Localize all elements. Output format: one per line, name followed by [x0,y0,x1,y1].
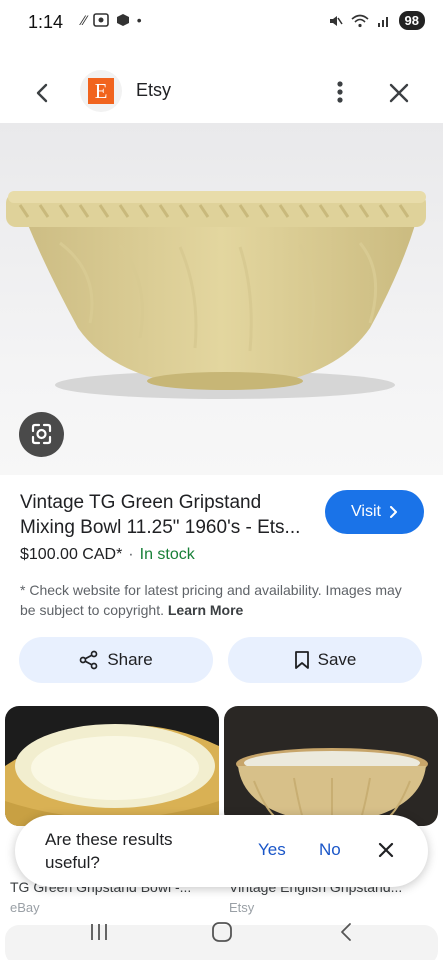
recents-icon[interactable] [88,922,110,942]
price-separator: · [128,546,134,563]
feedback-prompt: Are these results useful? Yes No [15,815,428,887]
product-title[interactable]: Vintage TG Green Gripstand Mixing Bowl 1… [20,490,310,540]
feedback-yes-button[interactable]: Yes [258,840,286,860]
home-icon[interactable] [211,921,233,943]
mixing-bowl-illustration [0,123,443,475]
share-icon [79,650,98,670]
status-bar: 1:14 ⁄⁄ • 98 [0,0,443,46]
related-result-image[interactable] [224,706,438,826]
bookmark-icon [294,651,309,669]
site-logo[interactable]: E [80,70,122,112]
battery-level: 98 [398,11,425,30]
feedback-question: Are these results useful? [45,830,173,872]
status-icons-right: 98 [329,11,425,30]
viewer-header: E Etsy [0,62,443,122]
sync-icon: ⁄⁄ [82,12,87,28]
status-time: 1:14 [28,12,64,32]
more-vert-icon[interactable] [326,76,354,108]
back-icon[interactable] [28,78,58,108]
etsy-logo-letter: E [88,78,114,104]
system-nav-bar [0,905,443,960]
chevron-right-icon [389,506,397,518]
dot-icon: • [136,12,142,28]
wifi-icon [351,14,369,27]
stock-status: In stock [139,546,195,563]
share-label: Share [107,650,153,669]
feedback-close-icon[interactable] [375,839,397,861]
nav-back-icon[interactable] [338,921,354,943]
lens-icon [31,423,52,445]
related-result-image[interactable] [5,706,219,826]
google-lens-button[interactable] [19,412,64,457]
product-price: $100.00 CAD* [20,546,123,563]
price-row: $100.00 CAD* · In stock [20,546,195,564]
nfc-icon [116,14,129,26]
screenshot-icon [92,13,109,27]
mute-icon [329,15,343,26]
product-image[interactable] [0,123,443,475]
save-button[interactable]: Save [228,637,422,683]
visit-button[interactable]: Visit [325,490,424,534]
related-bowl-image-1 [5,706,219,826]
status-icons-left: ⁄⁄ • [82,12,142,28]
related-bowl-image-2 [224,706,438,826]
visit-label: Visit [351,503,381,520]
disclaimer: * Check website for latest pricing and a… [20,580,420,620]
learn-more-link[interactable]: Learn More [168,602,243,618]
save-label: Save [317,650,357,669]
signal-icon [377,16,388,27]
share-button[interactable]: Share [19,637,213,683]
close-icon[interactable] [384,78,414,108]
site-name[interactable]: Etsy [136,80,171,101]
feedback-no-button[interactable]: No [319,840,341,860]
